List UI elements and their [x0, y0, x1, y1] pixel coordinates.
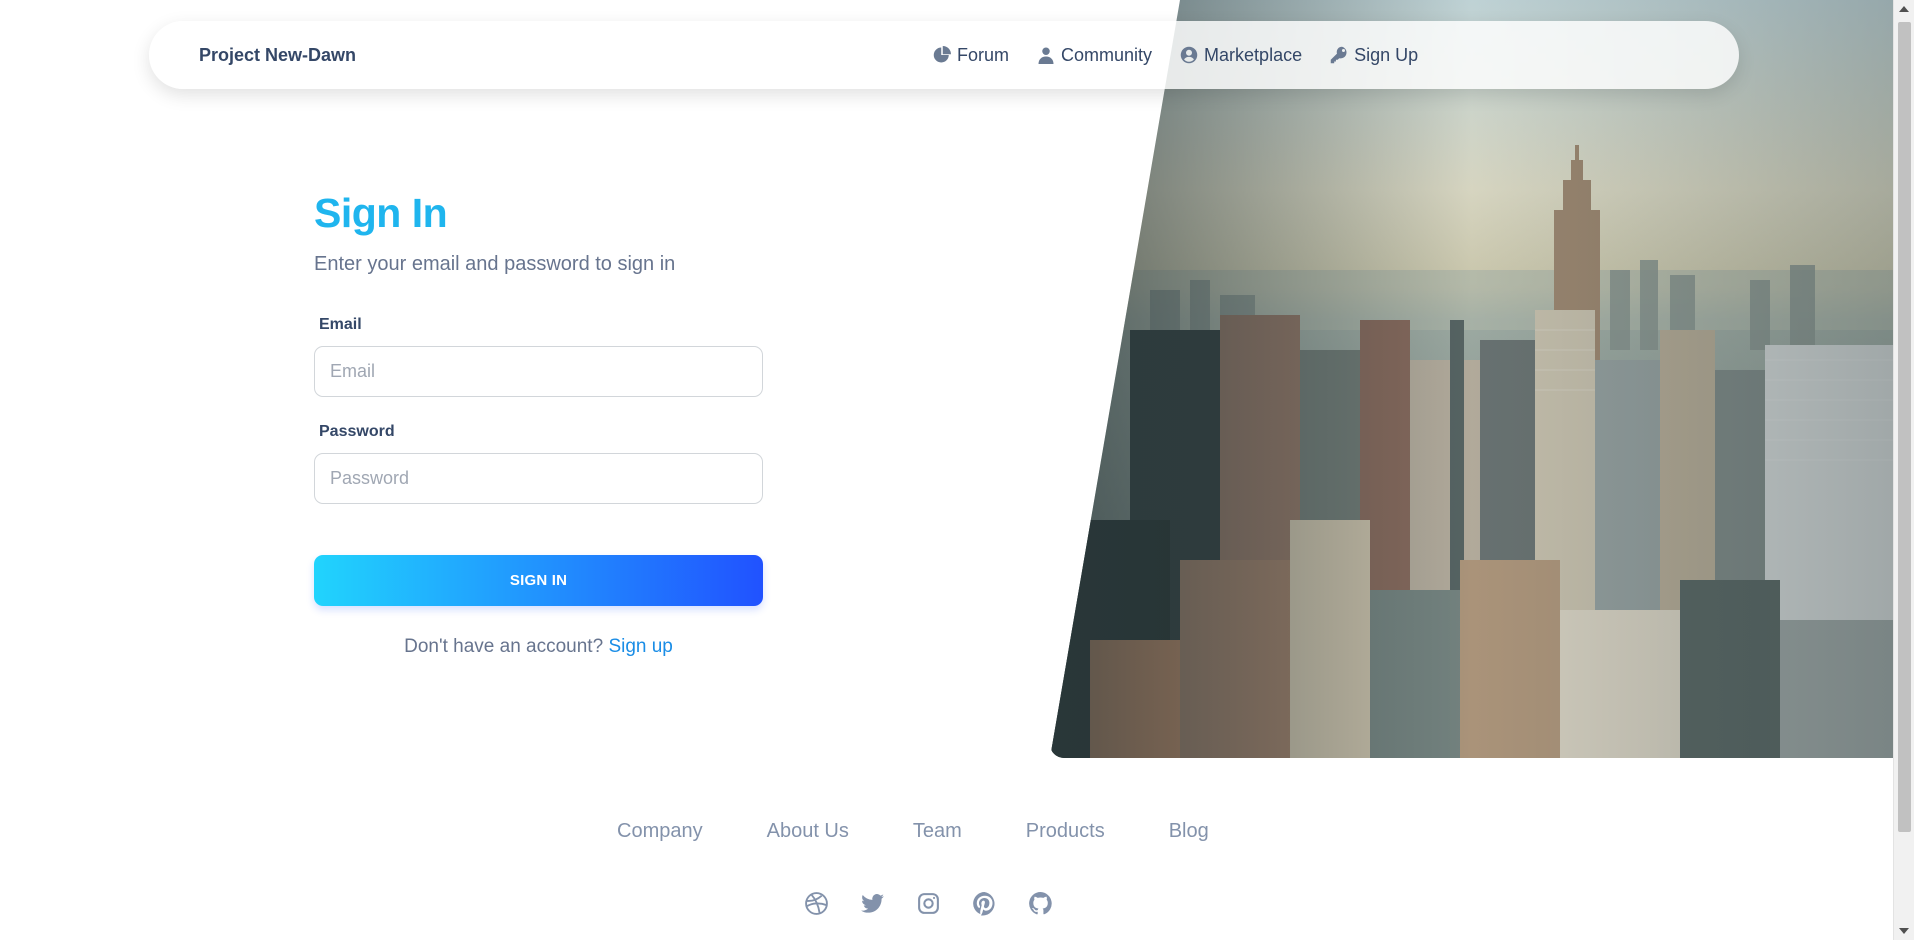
nav-link-label: Sign Up	[1354, 44, 1419, 65]
footer-link-blog[interactable]: Blog	[1169, 820, 1209, 843]
pinterest-icon[interactable]	[972, 891, 997, 916]
navbar: Project New-Dawn Forum Community Marketp…	[149, 21, 1739, 89]
social-links	[804, 891, 1053, 916]
password-label: Password	[319, 423, 395, 440]
nav-links: Forum Community Marketplace Sign Up	[933, 45, 1418, 66]
scroll-up-arrow-icon[interactable]	[1899, 6, 1909, 12]
nav-link-label: Marketplace	[1204, 44, 1303, 65]
nav-link-sign-up[interactable]: Sign Up	[1330, 45, 1418, 66]
user-circle-icon	[1180, 46, 1198, 64]
footer-links: Company About Us Team Products Blog	[617, 820, 1209, 843]
signup-prompt-text: Don't have an account?	[404, 636, 604, 657]
signup-prompt: Don't have an account? Sign up	[314, 636, 763, 658]
dribbble-icon[interactable]	[804, 891, 829, 916]
nav-link-label: Forum	[957, 44, 1010, 65]
hero-city-image	[1050, 0, 1893, 758]
page-title: Sign In	[314, 190, 448, 236]
scroll-thumb[interactable]	[1898, 22, 1911, 832]
sign-up-link[interactable]: Sign up	[608, 636, 672, 657]
page: Project New-Dawn Forum Community Marketp…	[0, 0, 1914, 940]
footer-link-products[interactable]: Products	[1026, 820, 1105, 843]
footer-link-company[interactable]: Company	[617, 820, 703, 843]
user-icon	[1038, 47, 1054, 64]
password-field[interactable]	[314, 453, 763, 504]
key-icon	[1330, 46, 1347, 64]
email-field[interactable]	[314, 346, 763, 397]
nav-link-forum[interactable]: Forum	[933, 45, 1009, 66]
nav-link-label: Community	[1061, 44, 1153, 65]
page-subtitle: Enter your email and password to sign in	[314, 253, 676, 275]
sign-in-button[interactable]: SIGN IN	[314, 555, 763, 606]
twitter-icon[interactable]	[860, 891, 885, 916]
city-skyline-illustration	[1050, 0, 1893, 758]
instagram-icon[interactable]	[916, 891, 941, 916]
footer-link-about-us[interactable]: About Us	[767, 820, 849, 843]
sign-in-form: Sign In Enter your email and password to…	[314, 190, 763, 658]
pie-chart-icon	[933, 46, 951, 63]
nav-link-community[interactable]: Community	[1037, 45, 1152, 66]
github-icon[interactable]	[1028, 891, 1053, 916]
brand-name[interactable]: Project New-Dawn	[199, 45, 356, 66]
scrollbar[interactable]	[1893, 0, 1914, 940]
footer-link-team[interactable]: Team	[913, 820, 962, 843]
scroll-down-arrow-icon[interactable]	[1899, 928, 1909, 934]
nav-link-marketplace[interactable]: Marketplace	[1180, 45, 1302, 66]
email-label: Email	[319, 316, 362, 333]
